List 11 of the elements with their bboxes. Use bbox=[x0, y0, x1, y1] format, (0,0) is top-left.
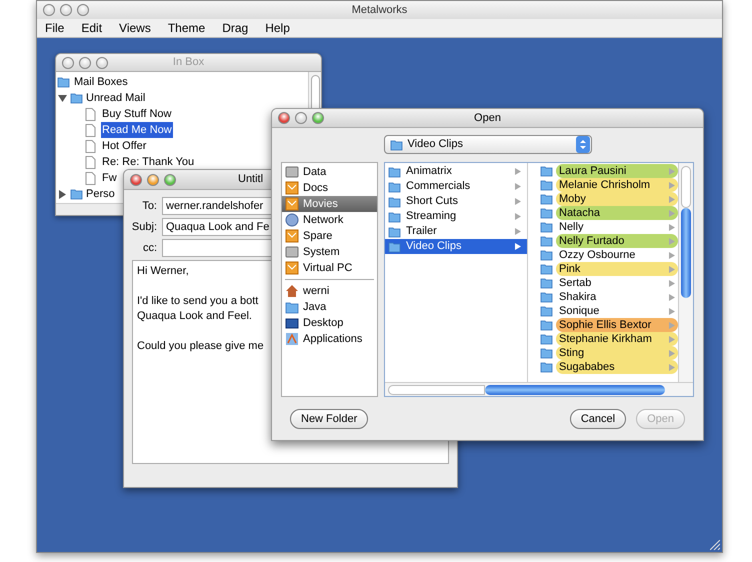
window-title: Open bbox=[474, 110, 501, 126]
body-line: Could you please give me bbox=[137, 339, 264, 354]
body-line: Quaqua Look and Feel. bbox=[137, 309, 252, 324]
field-label: To: bbox=[141, 198, 158, 214]
field-label: Subj: bbox=[130, 220, 158, 235]
field-label: cc: bbox=[142, 240, 158, 256]
body-line: Hi Werner, bbox=[137, 264, 189, 279]
window-title: Metalworks bbox=[352, 2, 408, 18]
window-title: Untitl bbox=[238, 172, 264, 188]
body-line: I'd like to send you a bott bbox=[137, 294, 258, 309]
window-title: In Box bbox=[172, 55, 204, 70]
